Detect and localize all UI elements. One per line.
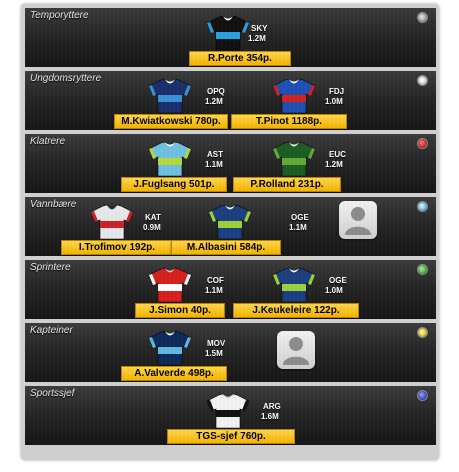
rider-jersey-icon — [148, 78, 192, 114]
rider-name-label: M.Kwiatkowski 780p. — [114, 114, 228, 129]
rider-slot[interactable]: COF 1.1M J.Simon 40p. — [83, 260, 233, 319]
rider-slot[interactable]: MOV 1.5M A.Valverde 498p. — [83, 323, 233, 382]
rider-team-code: MOV — [207, 339, 226, 348]
rider-price: 1.1M — [205, 160, 223, 169]
rider-jersey-icon — [148, 141, 192, 177]
rider-price: 1.6M — [261, 412, 279, 421]
category-dot-icon — [417, 327, 428, 338]
category-dot-icon — [417, 138, 428, 149]
rider-jersey-icon — [272, 267, 316, 303]
team-lineup-frame: Temporyttere SKY 1.2M R.Porte 354p. Ungd… — [21, 4, 439, 460]
rider-price: 1.0M — [325, 97, 343, 106]
rider-slot[interactable]: FDJ 1.0M T.Pinot 1188p. — [225, 71, 375, 130]
section-time-trial: Temporyttere SKY 1.2M R.Porte 354p. — [25, 8, 436, 67]
rider-slot[interactable]: SKY 1.2M R.Porte 354p. — [155, 8, 305, 67]
rider-team-code: EUC — [329, 150, 346, 159]
rider-team-code: OGE — [329, 276, 347, 285]
rider-team-code: FDJ — [329, 87, 345, 96]
rider-jersey-icon — [148, 267, 192, 303]
rider-slot[interactable]: OGE 1.1M M.Albasini 584p. — [167, 197, 317, 256]
section-title: Temporyttere — [30, 10, 89, 21]
rider-team-code: SKY — [251, 24, 268, 33]
rider-price: 1.0M — [325, 286, 343, 295]
section-title: Klatrere — [30, 136, 66, 147]
rider-name-label: J.Simon 40p. — [135, 303, 225, 318]
rider-name-label: P.Rolland 231p. — [233, 177, 341, 192]
rider-jersey-icon — [208, 204, 252, 240]
person-silhouette-icon — [345, 207, 371, 235]
rider-team-code: KAT — [145, 213, 161, 222]
section-water-carriers: Vannbære KAT 0.9M I.Trofimov 192p. OGE 1… — [25, 197, 436, 256]
rider-name-label: A.Valverde 498p. — [121, 366, 227, 381]
rider-jersey-icon — [148, 330, 192, 366]
rider-price: 1.1M — [289, 223, 307, 232]
rider-slot[interactable]: ARG 1.6M TGS-sjef 760p. — [155, 386, 305, 445]
rider-team-code: AST — [207, 150, 223, 159]
rider-team-code: OGE — [291, 213, 309, 222]
rider-jersey-icon — [206, 393, 250, 429]
rider-price: 1.1M — [205, 286, 223, 295]
rider-slot[interactable]: KAT 0.9M I.Trofimov 192p. — [33, 197, 183, 256]
section-title: Kapteiner — [30, 325, 73, 336]
rider-team-code: COF — [207, 276, 224, 285]
category-dot-icon — [417, 12, 428, 23]
rider-price: 1.5M — [205, 349, 223, 358]
rider-price: 1.2M — [205, 97, 223, 106]
team-lineup-board: Temporyttere SKY 1.2M R.Porte 354p. Ungd… — [0, 0, 459, 472]
section-sports-director: Sportssjef ARG 1.6M TGS-sjef 760p. — [25, 386, 436, 445]
rider-name-label: R.Porte 354p. — [189, 51, 291, 66]
person-silhouette-icon — [283, 337, 309, 365]
rider-slot[interactable]: OGE 1.0M J.Keukeleire 122p. — [225, 260, 375, 319]
empty-rider-slot[interactable] — [277, 331, 315, 369]
rider-name-label: T.Pinot 1188p. — [231, 114, 347, 129]
rider-team-code: ARG — [263, 402, 281, 411]
rider-name-label: J.Fuglsang 501p. — [121, 177, 227, 192]
category-dot-icon — [417, 390, 428, 401]
rider-price: 1.2M — [248, 34, 266, 43]
rider-jersey-icon — [272, 78, 316, 114]
section-captains: Kapteiner MOV 1.5M A.Valverde 498p. — [25, 323, 436, 382]
section-youth: Ungdomsryttere OPQ 1.2M M.Kwiatkowski 78… — [25, 71, 436, 130]
rider-jersey-icon — [90, 204, 134, 240]
rider-price: 1.2M — [325, 160, 343, 169]
rider-slot[interactable]: EUC 1.2M P.Rolland 231p. — [225, 134, 375, 193]
rider-jersey-icon — [206, 15, 250, 51]
empty-rider-slot[interactable] — [339, 201, 377, 239]
rider-price: 0.9M — [143, 223, 161, 232]
rider-name-label: TGS-sjef 760p. — [167, 429, 295, 444]
section-climbers: Klatrere AST 1.1M J.Fuglsang 501p. EUC 1… — [25, 134, 436, 193]
category-dot-icon — [417, 264, 428, 275]
category-dot-icon — [417, 75, 428, 86]
rider-jersey-icon — [272, 141, 316, 177]
rider-name-label: I.Trofimov 192p. — [61, 240, 173, 255]
rider-name-label: J.Keukeleire 122p. — [233, 303, 359, 318]
section-title: Sportssjef — [30, 388, 75, 399]
rider-name-label: M.Albasini 584p. — [171, 240, 281, 255]
rider-slot[interactable]: AST 1.1M J.Fuglsang 501p. — [83, 134, 233, 193]
section-sprinters: Sprintere COF 1.1M J.Simon 40p. OGE 1.0M… — [25, 260, 436, 319]
section-title: Sprintere — [30, 262, 71, 273]
rider-team-code: OPQ — [207, 87, 225, 96]
category-dot-icon — [417, 201, 428, 212]
rider-slot[interactable]: OPQ 1.2M M.Kwiatkowski 780p. — [83, 71, 233, 130]
